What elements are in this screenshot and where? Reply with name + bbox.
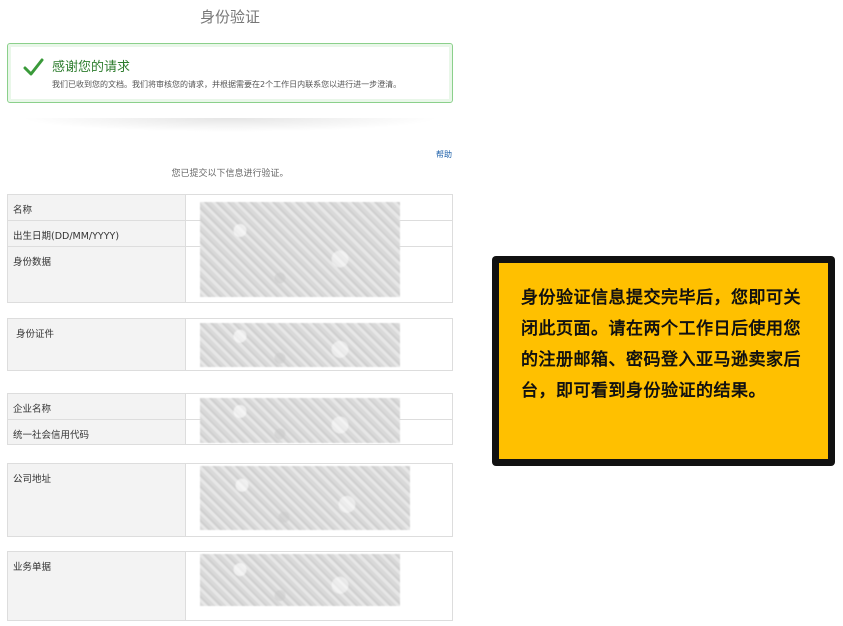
redacted-value — [200, 466, 410, 530]
callout-text: 身份验证信息提交完毕后，您即可关闭此页面。请在两个工作日后使用您的注册邮箱、密码… — [521, 288, 801, 401]
business-info-table: 企业名称 统一社会信用代码 — [7, 393, 453, 445]
row-label-credit-code: 统一社会信用代码 — [13, 430, 90, 441]
row-label-name: 名称 — [13, 205, 33, 216]
business-document-table: 业务单据 — [7, 551, 453, 621]
checkmark-icon — [23, 58, 44, 76]
success-title: 感谢您的请求 — [52, 60, 131, 75]
row-label-id-document: 身份证件 — [16, 329, 55, 340]
row-label-company-address: 公司地址 — [13, 474, 52, 485]
redacted-value — [200, 554, 400, 606]
company-address-table: 公司地址 — [7, 463, 453, 537]
row-label-id-data: 身份数据 — [13, 257, 52, 268]
success-alert: 感谢您的请求 我们已收到您的文档。我们将审核您的请求，并根据需要在2个工作日内联… — [7, 43, 453, 103]
submitted-note: 您已提交以下信息进行验证。 — [171, 169, 289, 179]
redacted-value — [200, 398, 400, 443]
section-divider — [20, 118, 440, 132]
row-label-business-name: 企业名称 — [13, 404, 52, 415]
help-link[interactable]: 帮助 — [436, 149, 452, 160]
page-title: 身份验证 — [199, 8, 260, 26]
redacted-value — [200, 202, 400, 297]
personal-info-table: 名称 出生日期(DD/MM/YYYY) 身份数据 — [7, 194, 453, 303]
row-label-birthdate: 出生日期(DD/MM/YYYY) — [13, 231, 120, 242]
callout-note: 身份验证信息提交完毕后，您即可关闭此页面。请在两个工作日后使用您的注册邮箱、密码… — [492, 256, 835, 466]
redacted-value — [200, 323, 400, 367]
success-message: 我们已收到您的文档。我们将审核您的请求，并根据需要在2个工作日内联系您以进行进一… — [52, 80, 402, 89]
row-label-business-document: 业务单据 — [13, 562, 52, 573]
id-document-table: 身份证件 — [7, 318, 453, 371]
